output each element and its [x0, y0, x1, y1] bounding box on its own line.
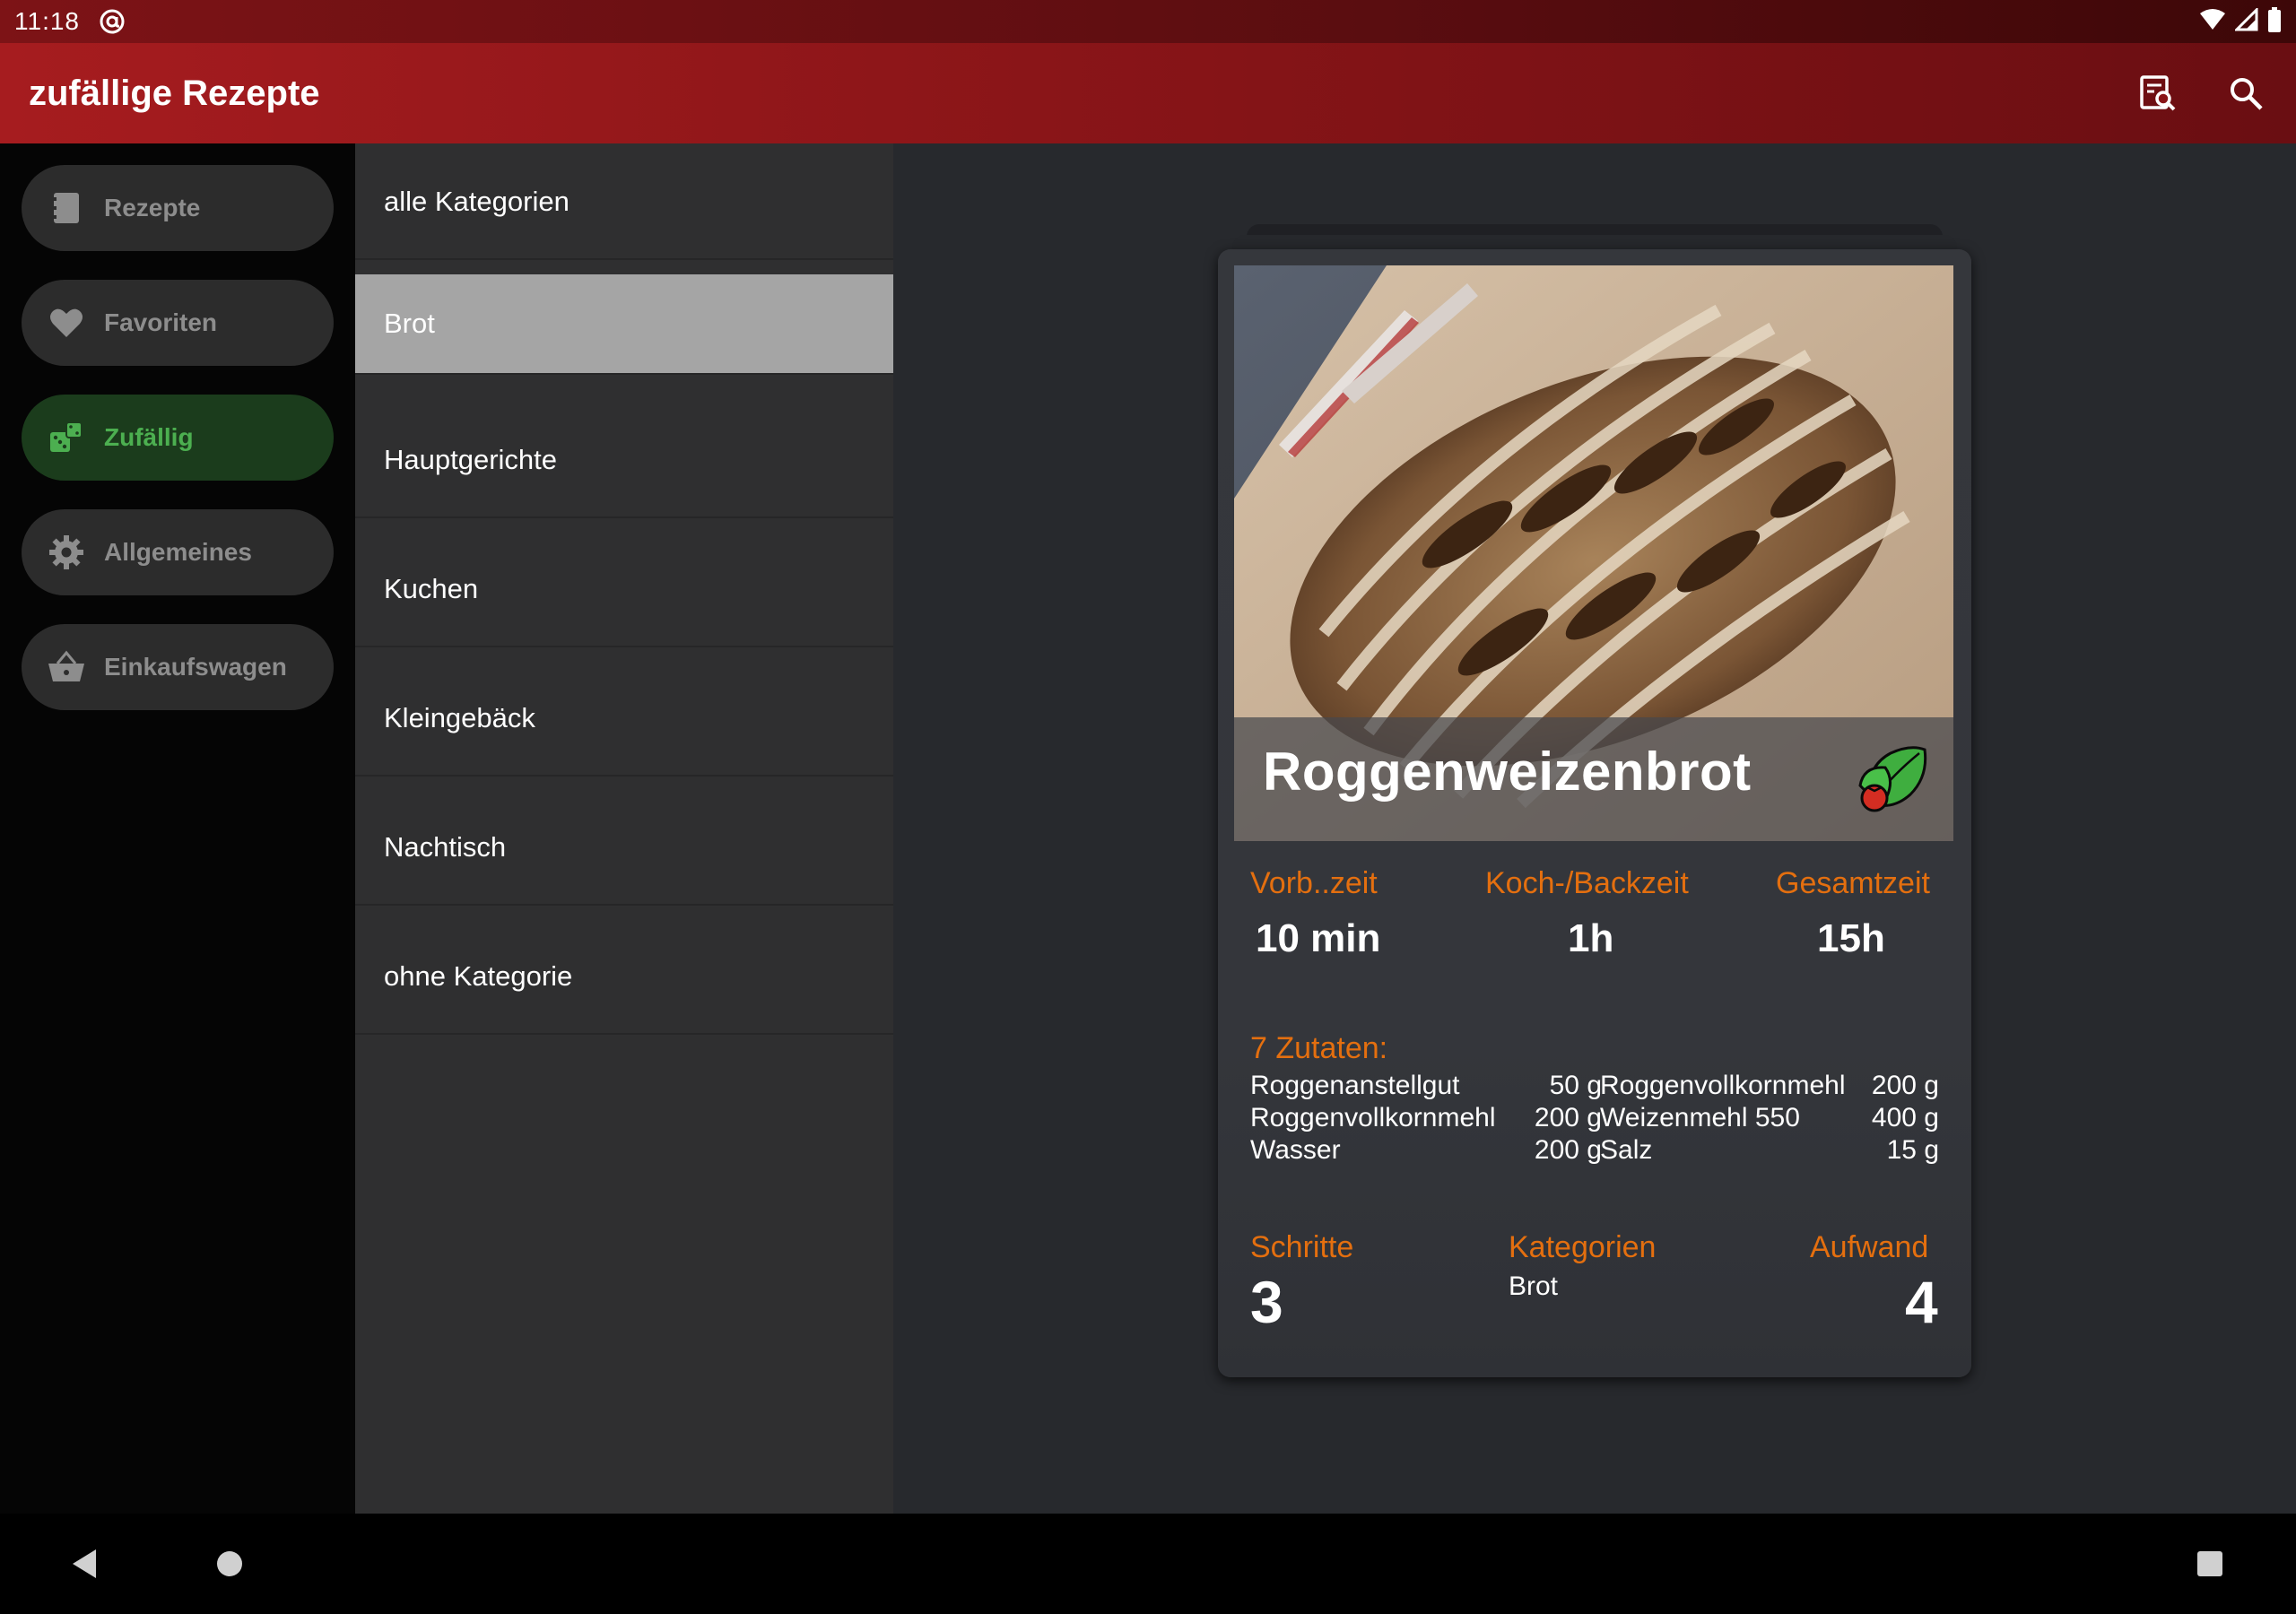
recipe-search-icon[interactable] — [2136, 72, 2179, 115]
nav-label-rezepte: Rezepte — [104, 194, 201, 221]
nav-item-zufaellig[interactable]: Zufällig — [22, 395, 334, 481]
nav-label-zufaellig: Zufällig — [104, 423, 194, 451]
categories-value: Brot — [1509, 1271, 1559, 1301]
ingredient-name: Roggenanstellgut — [1250, 1071, 1460, 1100]
ingredient-name: Wasser — [1250, 1135, 1341, 1165]
wifi-icon — [2199, 8, 2226, 36]
home-icon[interactable] — [204, 1539, 255, 1589]
book-icon — [47, 188, 86, 228]
status-time: 11:18 — [14, 7, 80, 35]
notification-at-icon — [98, 7, 126, 36]
ingredient-amount: 200 g — [1534, 1103, 1602, 1132]
ingredient-amount: 15 g — [1886, 1135, 1939, 1165]
recipe-title: Roggenweizenbrot — [1263, 742, 1752, 802]
prep-time-value: 10 min — [1256, 916, 1381, 960]
total-time-value: 15h — [1817, 916, 1885, 960]
navigation-rail: Rezepte Favoriten Zufällig Allgemeines E… — [0, 143, 355, 1514]
heart-icon — [47, 303, 86, 343]
steps-value: 3 — [1250, 1269, 1283, 1335]
ingredient-amount: 400 g — [1871, 1103, 1939, 1132]
status-bar: 11:18 — [0, 0, 2296, 43]
recipe-card[interactable]: Roggenweizenbrot Vorb..zeit 10 min Koch-… — [1218, 249, 1971, 1377]
nav-item-rezepte[interactable]: Rezepte — [22, 165, 334, 251]
signal-icon — [2233, 5, 2258, 36]
total-time-label: Gesamtzeit — [1776, 866, 1930, 900]
nav-label-favoriten: Favoriten — [104, 308, 218, 336]
app-bar: zufällige Rezepte — [0, 43, 2296, 143]
nav-label-allgemeines: Allgemeines — [104, 538, 252, 566]
ingredient-name: Weizenmehl 550 — [1600, 1103, 1800, 1132]
back-icon[interactable] — [59, 1539, 109, 1589]
gear-icon — [47, 533, 86, 572]
vegetarian-icon — [1855, 741, 1930, 816]
cook-time-value: 1h — [1568, 916, 1614, 960]
category-item[interactable]: Kleingebäck — [355, 662, 893, 777]
search-icon[interactable] — [2224, 72, 2267, 115]
ingredients-label: 7 Zutaten: — [1250, 1031, 1388, 1065]
category-item[interactable]: ohne Kategorie — [355, 920, 893, 1035]
ingredient-amount: 200 g — [1871, 1071, 1939, 1100]
category-list: alle Kategorien Brot Hauptgerichte Kuche… — [355, 143, 893, 1514]
categories-label: Kategorien — [1509, 1230, 1657, 1264]
category-item-selected[interactable]: Brot — [355, 274, 893, 375]
steps-label: Schritte — [1250, 1230, 1354, 1264]
prep-time-label: Vorb..zeit — [1250, 866, 1378, 900]
app-bar-actions — [2136, 72, 2267, 115]
ingredient-amount: 200 g — [1534, 1135, 1602, 1165]
system-navigation-bar — [0, 1514, 2296, 1614]
dice-icon — [47, 418, 86, 457]
cook-time-label: Koch-/Backzeit — [1485, 866, 1689, 900]
effort-label: Aufwand — [1810, 1230, 1929, 1264]
category-item[interactable]: Kuchen — [355, 533, 893, 647]
recents-icon[interactable] — [2185, 1539, 2235, 1589]
ingredient-name: Salz — [1600, 1135, 1653, 1165]
effort-value: 4 — [1905, 1269, 1938, 1335]
battery-icon — [2267, 6, 2282, 37]
category-item[interactable]: Nachtisch — [355, 791, 893, 906]
nav-item-allgemeines[interactable]: Allgemeines — [22, 509, 334, 595]
category-item[interactable]: Hauptgerichte — [355, 404, 893, 518]
category-item[interactable]: alle Kategorien — [355, 145, 893, 260]
basket-icon — [47, 647, 86, 687]
ingredient-amount: 50 g — [1549, 1071, 1602, 1100]
nav-label-einkaufswagen: Einkaufswagen — [104, 653, 287, 681]
nav-item-einkaufswagen[interactable]: Einkaufswagen — [22, 624, 334, 710]
status-icons — [2199, 5, 2282, 37]
page-title: zufällige Rezepte — [29, 73, 320, 113]
nav-item-favoriten[interactable]: Favoriten — [22, 280, 334, 366]
